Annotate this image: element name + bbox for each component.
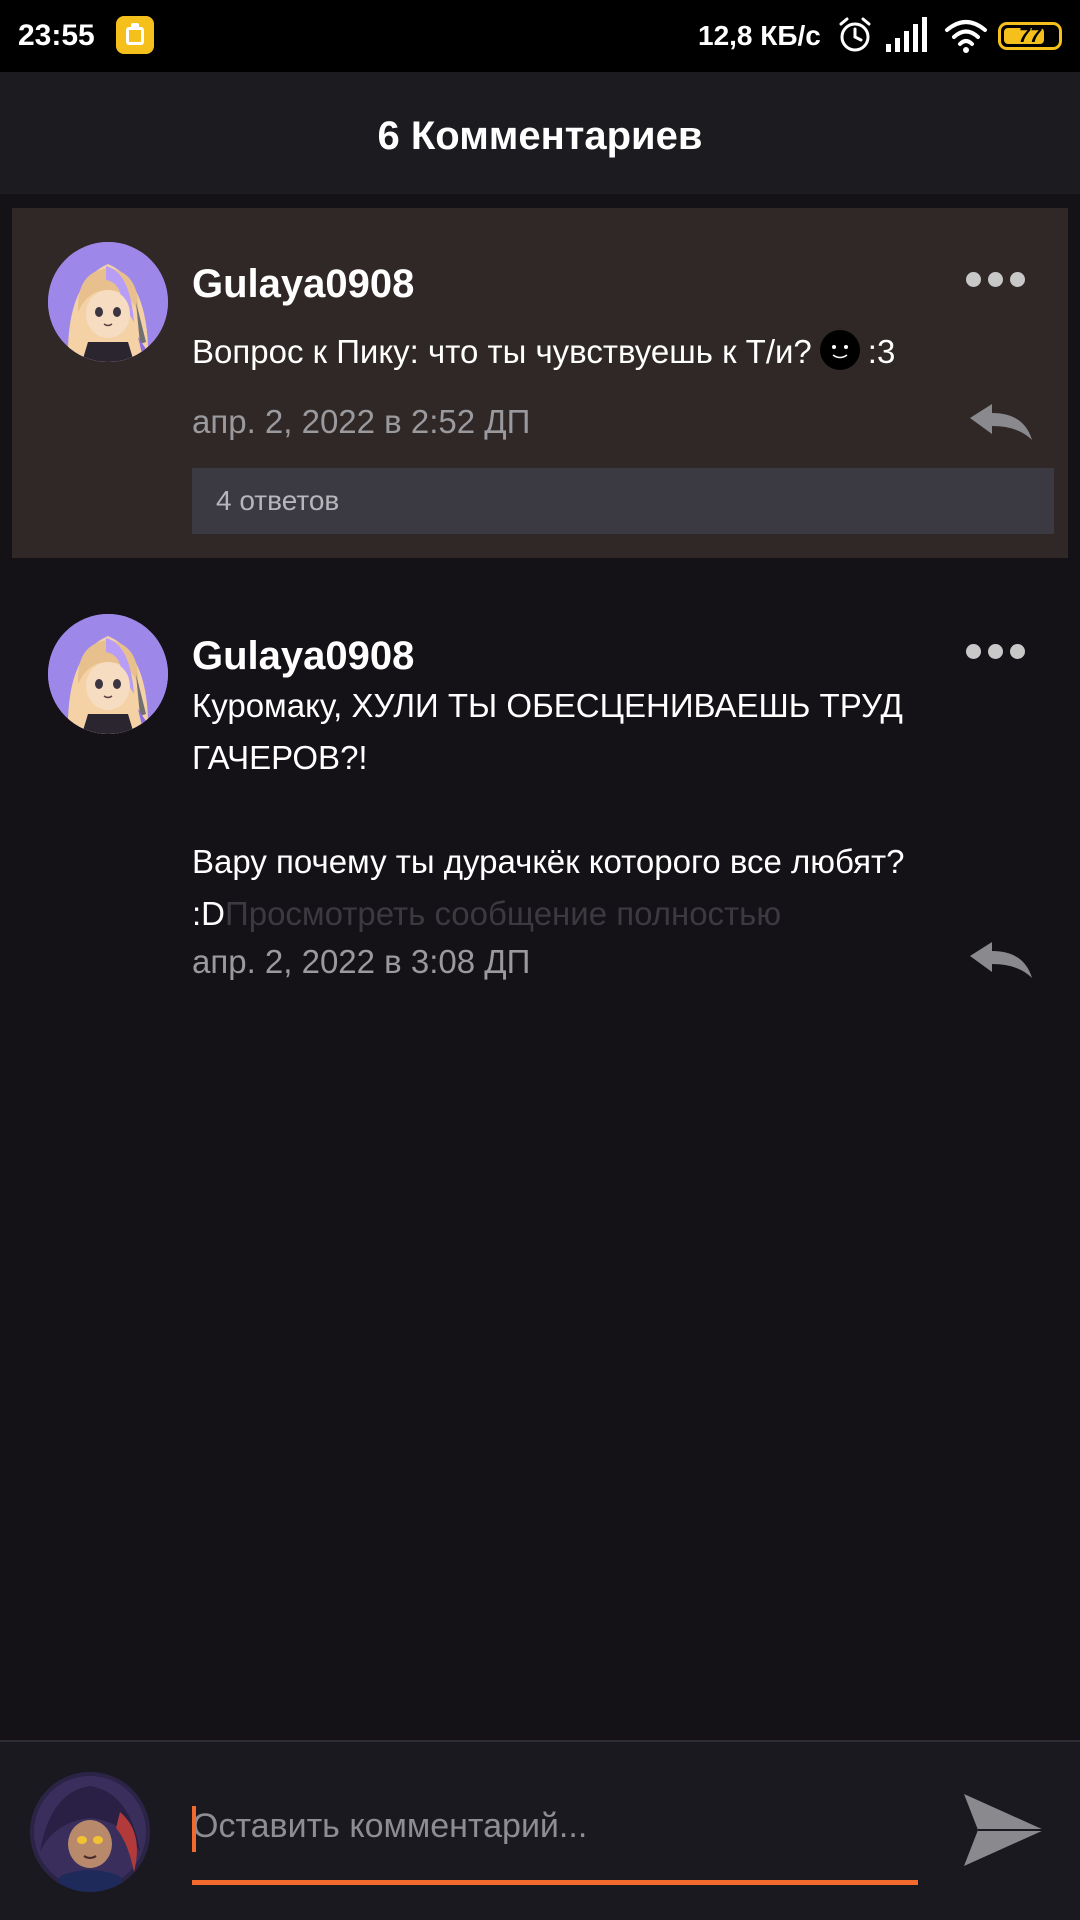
avatar[interactable] [48, 614, 168, 734]
page-title: 6 Комментариев [377, 114, 703, 158]
status-time: 23:55 [18, 19, 95, 52]
comment-paragraph: Вару почему ты дурачкёк которого все люб… [192, 836, 1012, 940]
avatar[interactable] [48, 242, 168, 362]
comment-text-part: :3 [867, 333, 896, 370]
signal-icon [886, 17, 927, 52]
avatar-image [48, 242, 168, 362]
reply-icon[interactable] [966, 400, 1036, 444]
comments-screen: 23:55 12,8 КБ/с 77 6 Комментариев Gulaya… [0, 0, 1080, 1920]
view-full-message-link[interactable]: Просмотреть сообщение полностью [225, 895, 781, 932]
view-replies-button[interactable]: 4 ответов [192, 468, 1054, 534]
comment-item[interactable]: Gulaya0908 Вопрос к Пику: что ты чувству… [12, 208, 1068, 558]
comment-text-part: Вопрос к Пику: что ты чувствуешь к Т/и? [192, 333, 812, 370]
more-options-icon[interactable] [966, 640, 1026, 664]
comment-username[interactable]: Gulaya0908 [192, 260, 414, 308]
avatar-image [30, 1772, 150, 1892]
input-underline [192, 1880, 918, 1885]
avatar-image [48, 614, 168, 734]
more-options-icon[interactable] [966, 268, 1026, 292]
reply-icon[interactable] [966, 938, 1036, 982]
send-icon[interactable] [960, 1786, 1048, 1874]
battery-icon: 77 [998, 22, 1062, 50]
comment-text: Куромаку, ХУЛИ ТЫ ОБЕСЦЕНИВАЕШЬ ТРУД ГАЧ… [192, 680, 1012, 940]
comment-text: Вопрос к Пику: что ты чувствуешь к Т/и?:… [192, 326, 1012, 378]
text-caret [192, 1806, 196, 1852]
comment-timestamp: апр. 2, 2022 в 2:52 ДП [192, 403, 531, 440]
alarm-icon [839, 17, 871, 52]
comment-timestamp: апр. 2, 2022 в 3:08 ДП [192, 943, 531, 980]
app-notification-icon [116, 16, 154, 54]
replies-count: 4 ответов [216, 485, 340, 516]
comment-input[interactable] [192, 1794, 916, 1858]
comments-header: 6 Комментариев [0, 72, 1080, 194]
my-avatar[interactable] [30, 1772, 150, 1892]
battery-level: 77 [1018, 25, 1042, 47]
smiley-emoji-icon [819, 330, 860, 371]
network-speed: 12,8 КБ/с [698, 20, 821, 51]
status-bar: 23:55 12,8 КБ/с 77 [0, 0, 1080, 72]
wifi-icon [945, 20, 987, 53]
comment-composer [0, 1740, 1080, 1920]
comment-paragraph: Куромаку, ХУЛИ ТЫ ОБЕСЦЕНИВАЕШЬ ТРУД ГАЧ… [192, 687, 903, 776]
comment-item[interactable]: Gulaya0908 Куромаку, ХУЛИ ТЫ ОБЕСЦЕНИВАЕ… [12, 580, 1068, 1020]
comment-username[interactable]: Gulaya0908 [192, 632, 414, 680]
